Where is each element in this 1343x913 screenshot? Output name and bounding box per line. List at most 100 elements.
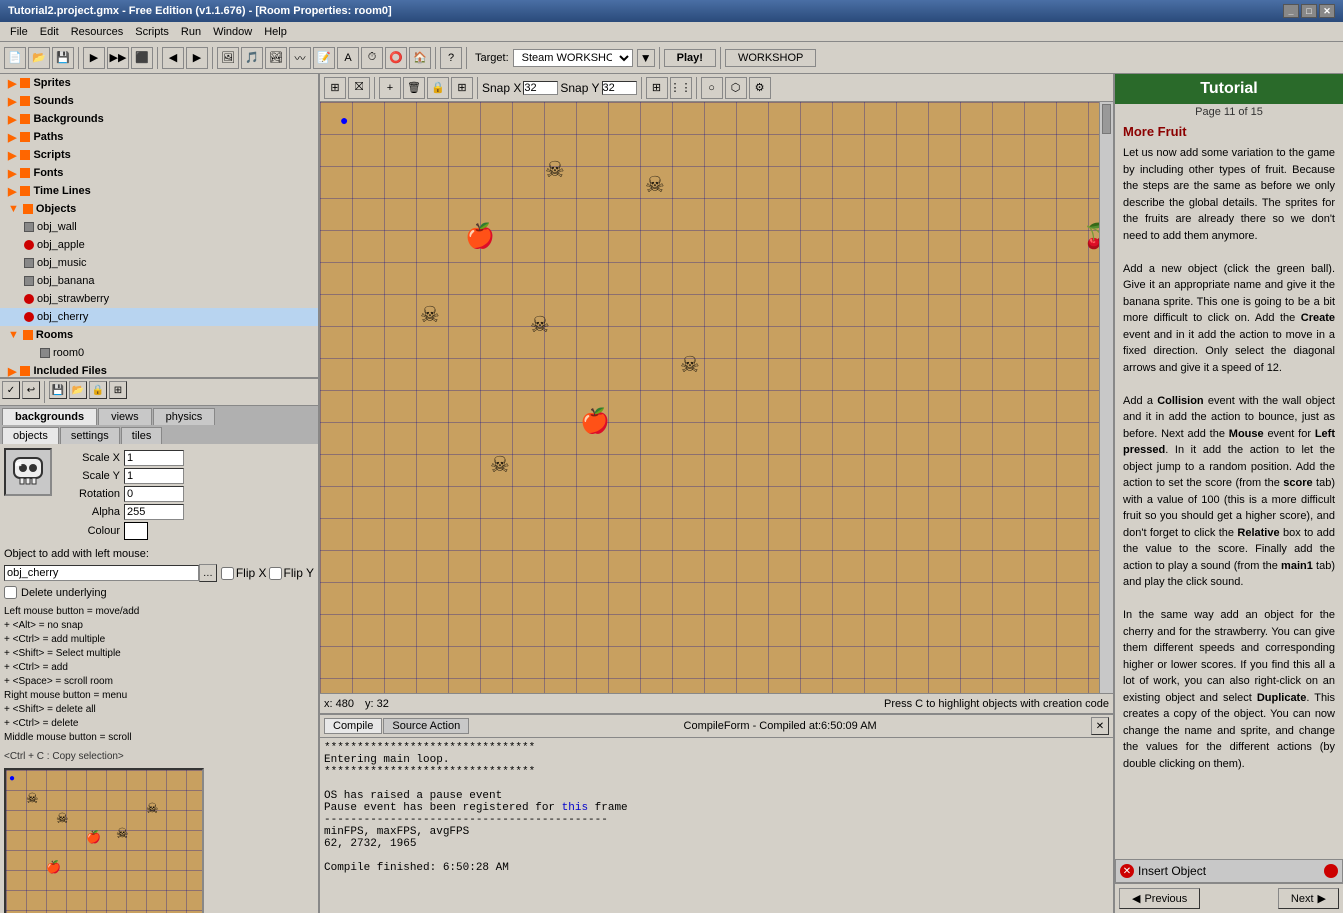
tree-objects[interactable]: ▼ Objects — [0, 200, 318, 218]
menu-scripts[interactable]: Scripts — [129, 25, 175, 39]
room-load-btn[interactable]: 📂 — [69, 381, 87, 399]
insert-label[interactable]: Insert Object — [1138, 864, 1206, 878]
toolbar-save[interactable]: 💾 — [52, 47, 74, 69]
room-canvas-area[interactable]: ● ☠ ☠ ☠ ☠ ☠ ☠ 🍎 🍎 🍒 — [320, 102, 1113, 693]
subtab-settings[interactable]: settings — [60, 427, 120, 444]
target-dropdown[interactable]: Steam WORKSHOP — [513, 49, 633, 67]
close-button[interactable]: ✕ — [1319, 4, 1335, 18]
tree-scripts[interactable]: ▶ Scripts — [0, 146, 318, 164]
room-tool-snap2[interactable]: ⊞ — [451, 77, 473, 99]
toolbar-font[interactable]: A — [337, 47, 359, 69]
object-browse-btn[interactable]: … — [199, 564, 217, 582]
room-tool-grid[interactable]: ⊞ — [646, 77, 668, 99]
snap-x-input[interactable] — [523, 81, 558, 95]
colour-picker[interactable] — [124, 522, 148, 540]
compile-tab-source[interactable]: Source Action — [383, 718, 469, 734]
flip-x-checkbox[interactable] — [221, 567, 234, 580]
tree-timelines[interactable]: ▶ Time Lines — [0, 182, 318, 200]
menu-resources[interactable]: Resources — [65, 25, 130, 39]
toolbar-help[interactable]: ? — [440, 47, 462, 69]
next-button[interactable]: Next ▶ — [1278, 888, 1339, 909]
toolbar-timeline[interactable]: ⏱ — [361, 47, 383, 69]
toolbar-forward[interactable]: ▶ — [186, 47, 208, 69]
menu-window[interactable]: Window — [207, 25, 258, 39]
toolbar-room[interactable]: 🏠 — [409, 47, 431, 69]
scrollbar-thumb[interactable] — [1102, 104, 1111, 134]
object-preview[interactable]: ☠ — [4, 448, 52, 496]
compile-tab-compile[interactable]: Compile — [324, 718, 382, 734]
room-lock-btn[interactable]: 🔒 — [89, 381, 107, 399]
subtab-tiles[interactable]: tiles — [121, 427, 163, 444]
toolbar-run[interactable]: ▶ — [83, 47, 105, 69]
tree-fonts[interactable]: ▶ Fonts — [0, 164, 318, 182]
tree-rooms[interactable]: ▼ Rooms — [0, 326, 318, 344]
compile-fps-values: 62, 2732, 1965 — [324, 838, 1109, 850]
toolbar-new[interactable]: 📄 — [4, 47, 26, 69]
alpha-input[interactable] — [124, 504, 184, 520]
tree-paths[interactable]: ▶ Paths — [0, 128, 318, 146]
scale-x-label: Scale X — [60, 452, 120, 464]
tree-obj-wall[interactable]: obj_wall — [0, 218, 318, 236]
object-name-input[interactable] — [4, 565, 199, 581]
tree-obj-apple[interactable]: obj_apple — [0, 236, 318, 254]
room-tool-clear[interactable]: ○ — [701, 77, 723, 99]
tab-physics[interactable]: physics — [153, 408, 216, 425]
delete-underlying-checkbox[interactable] — [4, 586, 17, 599]
minimize-button[interactable]: _ — [1283, 4, 1299, 18]
tab-backgrounds[interactable]: backgrounds — [2, 408, 97, 425]
rotation-input[interactable] — [124, 486, 184, 502]
tree-obj-banana[interactable]: obj_banana — [0, 272, 318, 290]
room-tool-settings[interactable]: ⚙ — [749, 77, 771, 99]
room-undo-btn[interactable]: ↩ — [22, 381, 40, 399]
menu-help[interactable]: Help — [258, 25, 293, 39]
menu-run[interactable]: Run — [175, 25, 207, 39]
tree-backgrounds[interactable]: ▶ Backgrounds — [0, 110, 318, 128]
toolbar-script[interactable]: 📝 — [313, 47, 335, 69]
tree-obj-strawberry[interactable]: obj_strawberry — [0, 290, 318, 308]
toolbar-stop[interactable]: ⬛ — [131, 47, 153, 69]
maximize-button[interactable]: □ — [1301, 4, 1317, 18]
tree-included-files[interactable]: ▶ Included Files — [0, 362, 318, 379]
subtab-objects[interactable]: objects — [2, 427, 59, 444]
minimap[interactable]: ☠ ☠ ☠ ☠ 🍎 🍎 ● — [4, 768, 204, 913]
toolbar-sound[interactable]: 🎵 — [241, 47, 263, 69]
menu-edit[interactable]: Edit — [34, 25, 65, 39]
tree-sprites[interactable]: ▶ Sprites — [0, 74, 318, 92]
room-save-btn[interactable]: 💾 — [49, 381, 67, 399]
compile-close-btn[interactable]: ✕ — [1091, 717, 1109, 735]
toolbar-bg[interactable]: 🏞 — [265, 47, 287, 69]
toolbar-object[interactable]: ⭕ — [385, 47, 407, 69]
room-editor-area: ⊞ ⛝ + 🗑 🔒 ⊞ Snap X Snap Y ⊞ — [320, 74, 1113, 913]
room-tool-add-obj[interactable]: + — [379, 77, 401, 99]
workshop-button[interactable]: WORKSHOP — [725, 49, 816, 67]
tree-obj-cherry[interactable]: obj_cherry — [0, 308, 318, 326]
instr-right-mouse: Right mouse button = menu — [4, 689, 314, 703]
room-tool-lock[interactable]: 🔒 — [427, 77, 449, 99]
room-snap-btn[interactable]: ⊞ — [109, 381, 127, 399]
play-button[interactable]: Play! — [664, 49, 716, 67]
menu-file[interactable]: File — [4, 25, 34, 39]
toolbar-path[interactable]: 〰 — [289, 47, 311, 69]
room-tool-snap[interactable]: ⊞ — [324, 77, 346, 99]
room-tool-select[interactable]: ⬡ — [725, 77, 747, 99]
toolbar-open[interactable]: 📂 — [28, 47, 50, 69]
previous-button[interactable]: ◀ Previous — [1119, 888, 1200, 909]
toolbar-sep5 — [466, 47, 467, 69]
flip-y-checkbox[interactable] — [269, 567, 282, 580]
scale-y-input[interactable] — [124, 468, 184, 484]
toolbar-back[interactable]: ◀ — [162, 47, 184, 69]
room-check-btn[interactable]: ✓ — [2, 381, 20, 399]
room-tool-grid2[interactable]: ⋮⋮ — [670, 77, 692, 99]
room-tool-del[interactable]: 🗑 — [403, 77, 425, 99]
tab-views[interactable]: views — [98, 408, 152, 425]
canvas-scrollbar[interactable] — [1099, 102, 1113, 693]
snap-y-input[interactable] — [602, 81, 637, 95]
toolbar-run-debug[interactable]: ▶▶ — [107, 47, 129, 69]
room-tool-magnet[interactable]: ⛝ — [348, 77, 370, 99]
toolbar-sprite[interactable]: 🖼 — [217, 47, 239, 69]
target-dropdown-btn[interactable]: ▼ — [637, 49, 655, 67]
tree-sounds[interactable]: ▶ Sounds — [0, 92, 318, 110]
tree-obj-music[interactable]: obj_music — [0, 254, 318, 272]
scale-x-input[interactable] — [124, 450, 184, 466]
tree-room0[interactable]: room0 — [0, 344, 318, 362]
